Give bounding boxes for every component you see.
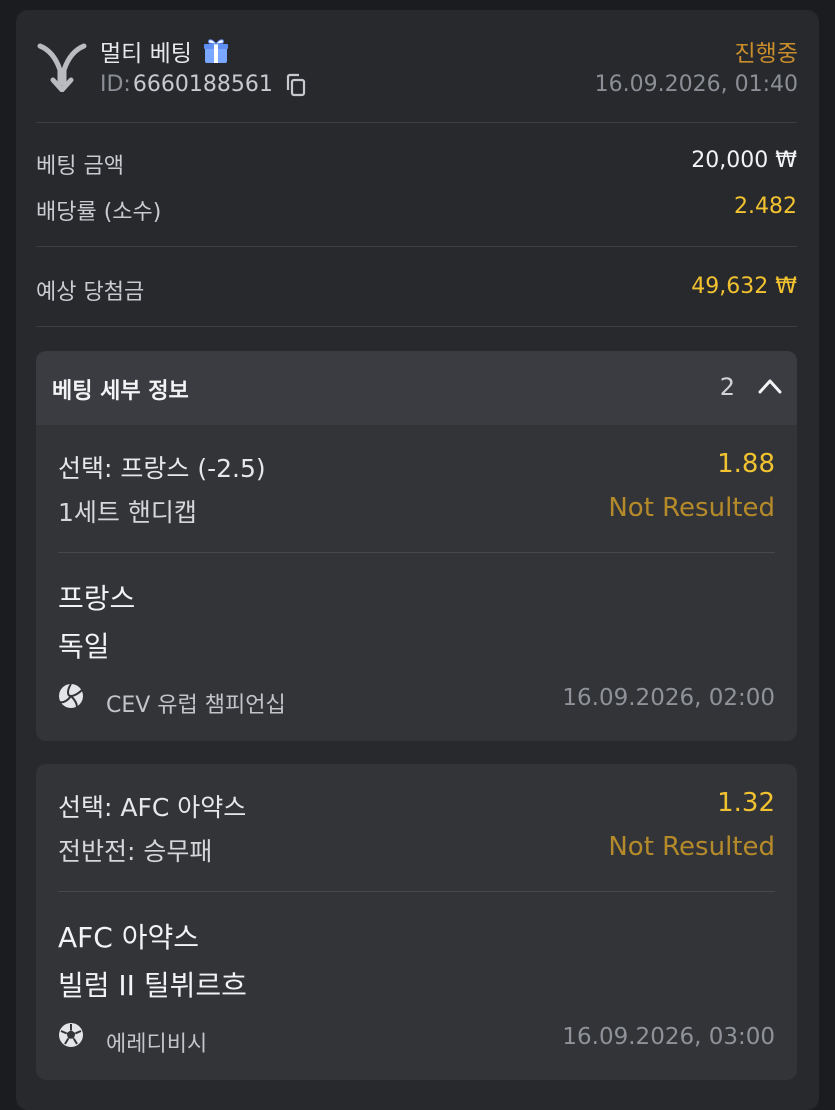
bet-id-row: ID: 6660188561 [100,72,307,97]
bet-type-label: 멀티 베팅 [100,41,192,67]
selection-result: Not Resulted [608,832,775,862]
divider [36,326,797,327]
divider [58,891,775,892]
stake-value: 20,000 ₩ [691,148,797,173]
payout-label: 예상 당첨금 [36,280,145,305]
chevron-up-icon[interactable] [757,376,783,396]
divider [36,122,797,123]
volleyball-icon [59,683,83,708]
stake-label: 베팅 금액 [36,154,124,179]
league-name: 에레디비시 [106,1032,208,1057]
selection-market: 전반전: 승무패 [58,837,213,866]
selection-pick: 선택: AFC 아약스 [58,793,247,822]
bet-id-value: 6660188561 [132,72,273,97]
payout-value: 49,632 ₩ [691,274,797,299]
bet-type-title: 멀티 베팅 [100,34,230,68]
bet-datetime: 16.09.2026, 01:40 [594,72,798,97]
bet-header: 멀티 베팅 ID: 6660188561 진행중 16.09.2026, 01:… [16,10,819,120]
bet-status: 진행중 [734,41,798,67]
selection-result: Not Resulted [608,493,775,523]
bet-details-toggle[interactable]: 베팅 세부 정보 2 [36,351,797,425]
selection-market: 1세트 핸디캡 [58,498,197,527]
divider [36,246,797,247]
bet-details-title: 베팅 세부 정보 [52,379,189,404]
odds-label: 배당률 (소수) [36,200,162,225]
payout-row: 예상 당첨금 49,632 ₩ [36,274,797,306]
selection-pick: 선택: 프랑스 (-2.5) [58,454,266,483]
away-team: 독일 [58,630,110,663]
bet-id-label: ID: [100,72,131,97]
selection-card: 선택: AFC 아약스 1.32 전반전: 승무패 Not Resulted A… [36,764,797,1080]
selection-count: 2 [719,373,735,401]
selection-card: 선택: 프랑스 (-2.5) 1.88 1세트 핸디캡 Not Resulted… [36,425,797,741]
bet-card: 멀티 베팅 ID: 6660188561 진행중 16.09.2026, 01:… [16,10,819,1110]
event-datetime: 16.09.2026, 03:00 [562,1024,775,1050]
selection-odds: 1.88 [717,449,775,479]
gift-icon [203,39,228,63]
soccer-ball-icon [59,1023,83,1047]
away-team: 빌럼 II 틸뷔르흐 [58,969,247,1002]
league-name: CEV 유럽 챔피언십 [106,693,286,718]
stake-row: 베팅 금액 20,000 ₩ [36,148,797,180]
odds-row: 배당률 (소수) 2.482 [36,194,797,226]
divider [58,552,775,553]
home-team: 프랑스 [58,582,136,615]
copy-icon[interactable] [285,73,307,97]
event-datetime: 16.09.2026, 02:00 [562,685,775,711]
selection-odds: 1.32 [717,788,775,818]
multi-bet-icon [37,43,87,92]
home-team: AFC 아약스 [58,921,199,954]
odds-value: 2.482 [734,194,797,219]
